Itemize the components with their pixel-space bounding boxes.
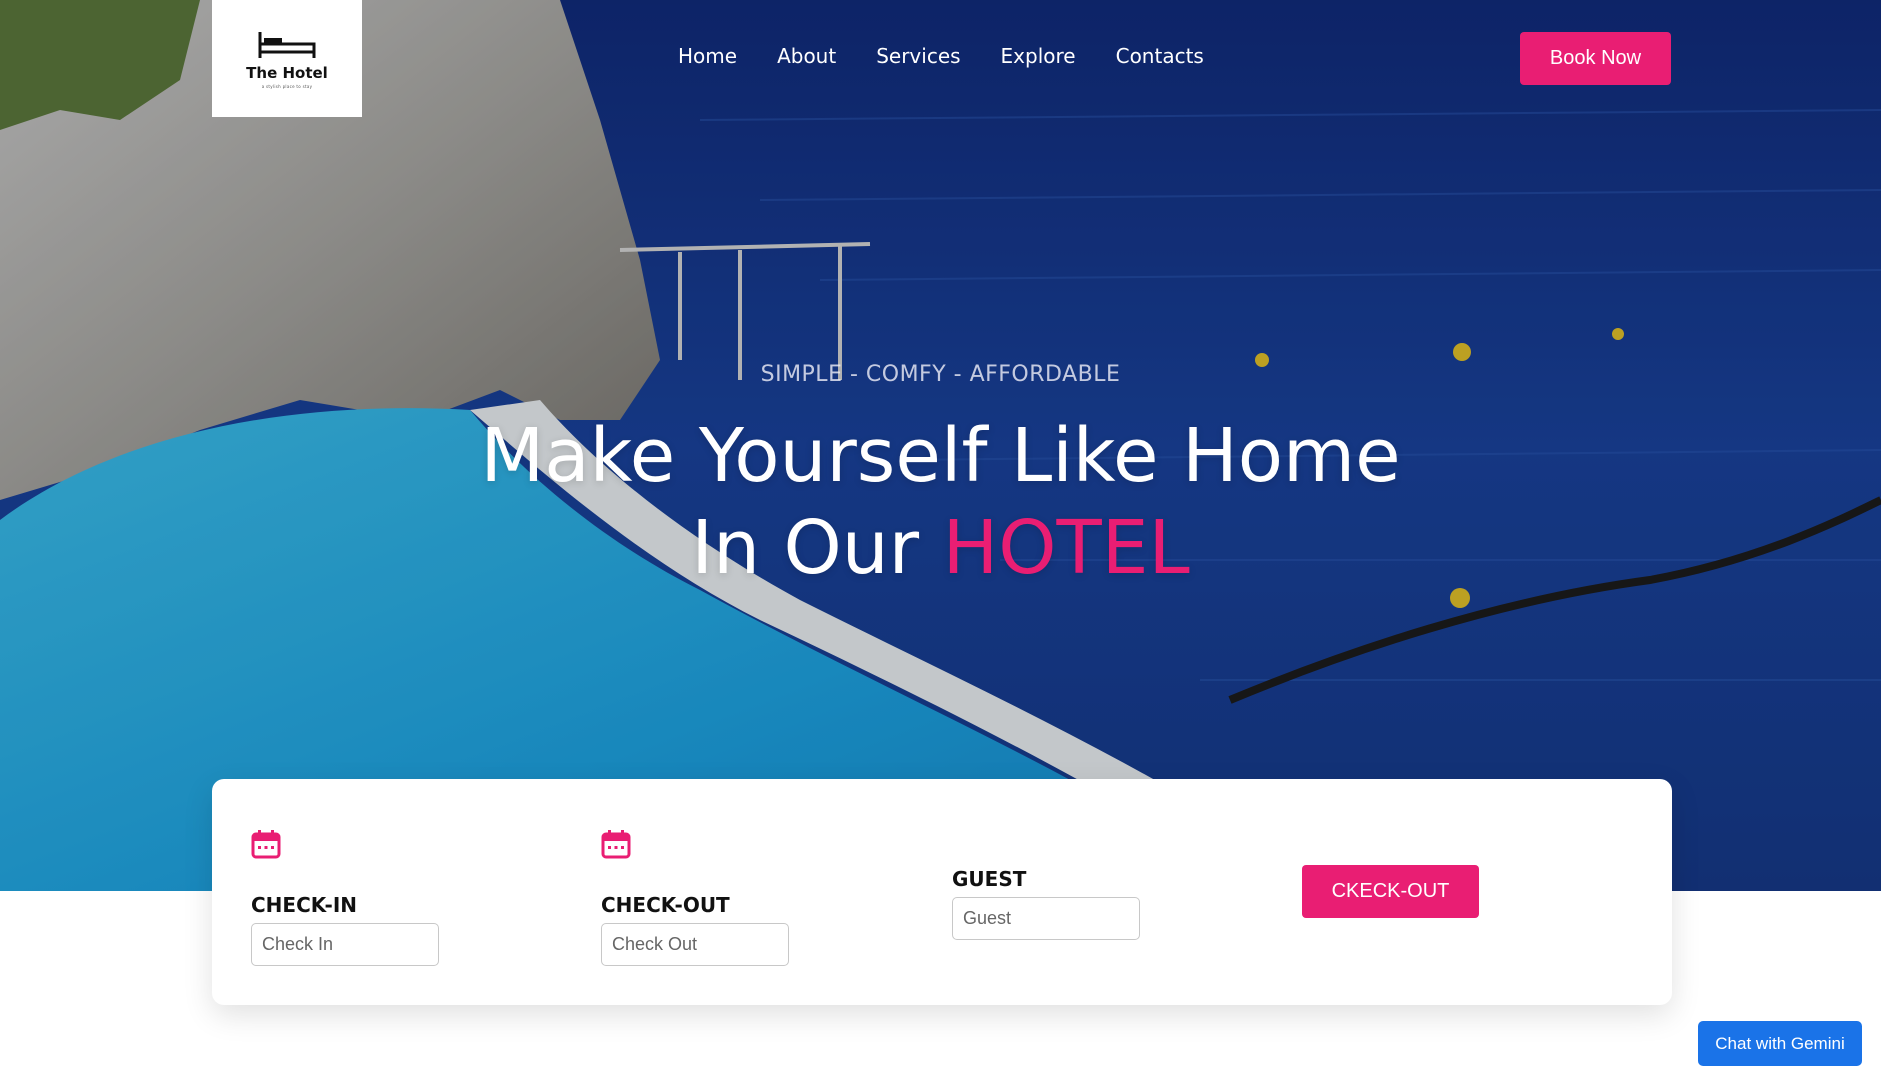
book-now-button[interactable]: Book Now <box>1520 32 1671 85</box>
logo-name: The Hotel <box>246 64 328 82</box>
nav-contacts[interactable]: Contacts <box>1116 44 1204 68</box>
hero-headline: Make Yourself Like Home In Our HOTEL <box>0 410 1881 594</box>
booking-form: CHECK-IN CHECK-OUT GUEST CKECK-OUT <box>212 779 1672 1005</box>
calendar-icon <box>601 830 631 859</box>
guest-label: GUEST <box>952 867 1027 891</box>
nav-explore[interactable]: Explore <box>1001 44 1076 68</box>
nav-home[interactable]: Home <box>678 44 737 68</box>
logo-tagline: a stylish place to stay <box>261 84 313 89</box>
guest-input[interactable] <box>952 897 1140 940</box>
check-out-input[interactable] <box>601 923 789 966</box>
nav-about[interactable]: About <box>777 44 836 68</box>
nav-services[interactable]: Services <box>876 44 960 68</box>
check-in-input[interactable] <box>251 923 439 966</box>
check-out-label: CHECK-OUT <box>601 893 730 917</box>
check-out-submit-button[interactable]: CKECK-OUT <box>1302 865 1479 918</box>
check-in-field: CHECK-IN <box>251 829 439 966</box>
headline-line-2-prefix: In Our <box>691 505 943 591</box>
hero-tagline: SIMPLE - COMFY - AFFORDABLE <box>760 362 1121 387</box>
main-nav: Home About Services Explore Contacts <box>678 44 1204 68</box>
site-logo[interactable]: The Hotel a stylish place to stay <box>212 0 362 117</box>
guest-field: GUEST <box>952 867 1140 940</box>
calendar-icon <box>251 830 281 859</box>
check-in-label: CHECK-IN <box>251 893 357 917</box>
chat-with-gemini-button[interactable]: Chat with Gemini <box>1698 1021 1862 1066</box>
headline-line-1: Make Yourself Like Home <box>480 413 1401 499</box>
bed-icon <box>258 32 316 58</box>
check-out-field: CHECK-OUT <box>601 829 789 966</box>
headline-accent: HOTEL <box>942 505 1190 591</box>
